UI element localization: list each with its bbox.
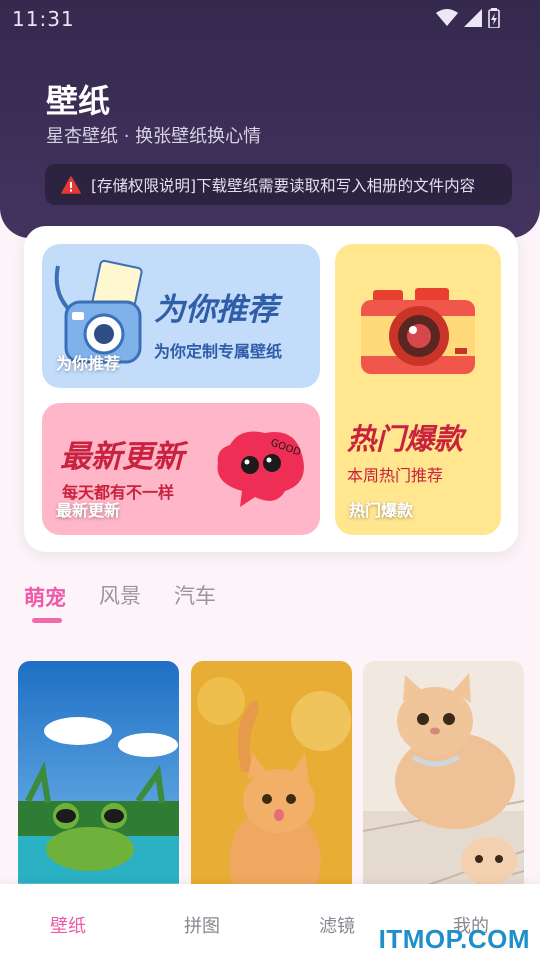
tab-scenery[interactable]: 风景 (99, 580, 141, 610)
hot-tile[interactable]: 热门爆款 本周热门推荐 热门爆款 (335, 244, 501, 535)
warning-icon (61, 175, 81, 194)
page-subtitle: 星杏壁纸 · 换张壁纸换心情 (46, 126, 262, 147)
wallpaper-thumbnail-kitten[interactable] (191, 661, 352, 901)
page-title: 壁纸 (46, 82, 111, 120)
tab-cars[interactable]: 汽车 (174, 580, 216, 610)
recommend-heading: 为你推荐 (154, 292, 278, 328)
header: 11:31 壁纸 星杏壁纸 · 换张壁纸换心情 [存储权限说明]下载壁纸需要读取… (0, 0, 540, 238)
wifi-icon (436, 9, 458, 26)
system-icons (436, 8, 500, 28)
watermark: ITMOP.COM (378, 924, 530, 954)
status-bar: 11:31 (0, 0, 540, 36)
recommend-sub: 为你定制专属壁纸 (154, 342, 283, 361)
hot-sub: 本周热门推荐 (347, 466, 444, 485)
latest-label: 最新更新 (56, 501, 121, 520)
latest-heading: 最新更新 (60, 439, 184, 475)
wallpaper-thumbnail-cats[interactable] (363, 661, 524, 901)
signal-icon (464, 9, 482, 27)
status-time: 11:31 (12, 7, 75, 31)
battery-icon (488, 8, 500, 28)
recommend-label: 为你推荐 (56, 354, 121, 373)
tab-cute-pets[interactable]: 萌宠 (24, 582, 66, 612)
category-tabs: 萌宠 风景 汽车 (0, 570, 540, 630)
good-bubble-sticker: GOOD (217, 431, 304, 507)
nav-wallpaper[interactable]: 壁纸 (50, 912, 86, 938)
hot-label: 热门爆款 (349, 501, 414, 520)
nav-filter[interactable]: 滤镜 (319, 912, 355, 938)
recommend-tile[interactable]: 为你推荐 为你定制专属壁纸 为你推荐 (42, 244, 320, 388)
camera-illustration (361, 288, 475, 374)
kitten-image (191, 661, 352, 901)
feature-card: 为你推荐 为你定制专属壁纸 为你推荐 最新更新 每天都有不一样 GOOD 最新更… (24, 226, 518, 552)
latest-tile[interactable]: 最新更新 每天都有不一样 GOOD 最新更新 (42, 403, 320, 535)
frog-image (18, 661, 179, 901)
permission-notice[interactable]: [存储权限说明]下载壁纸需要读取和写入相册的文件内容 (45, 164, 512, 205)
permission-notice-text: [存储权限说明]下载壁纸需要读取和写入相册的文件内容 (91, 176, 476, 195)
tab-indicator (32, 618, 62, 623)
cats-image (363, 661, 524, 901)
wallpaper-thumbnail-frog[interactable] (18, 661, 179, 901)
hot-heading: 热门爆款 (347, 422, 464, 456)
nav-puzzle[interactable]: 拼图 (184, 912, 220, 938)
